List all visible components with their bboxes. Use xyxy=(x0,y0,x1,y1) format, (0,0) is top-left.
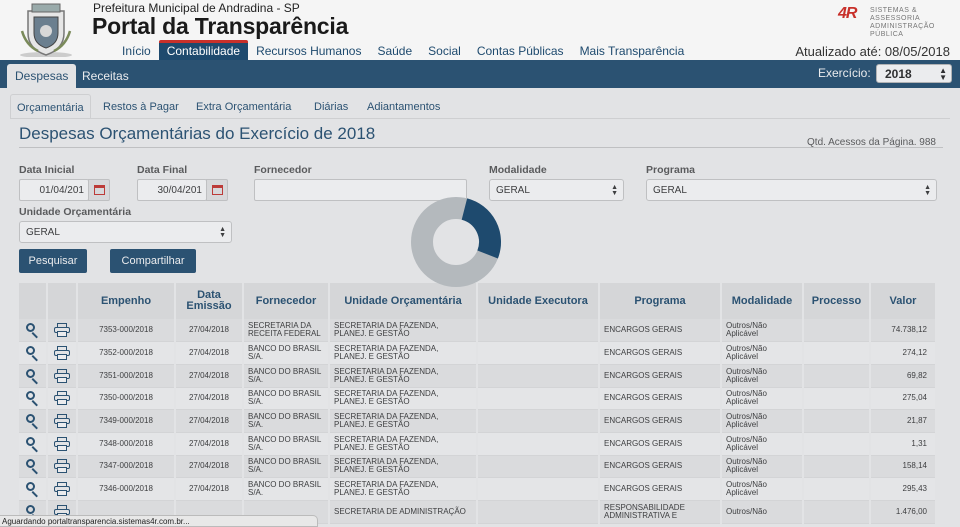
nav-contabilidade[interactable]: Contabilidade xyxy=(158,40,249,60)
brand-line-1: SISTEMAS & ASSESSORIA xyxy=(870,7,921,22)
loading-spinner-icon xyxy=(411,197,501,287)
loading-progress-arc xyxy=(460,198,501,259)
updated-date: Atualizado até: 08/05/2018 xyxy=(795,44,950,59)
page: Prefeitura Municipal de Andradina - SP P… xyxy=(0,0,960,527)
portal-title: Portal da Transparência xyxy=(92,13,349,39)
main-nav: Início Contabilidade Recursos Humanos Sa… xyxy=(114,40,692,60)
header: Prefeitura Municipal de Andradina - SP P… xyxy=(0,0,960,60)
nav-mais-transparencia[interactable]: Mais Transparência xyxy=(572,40,693,60)
loading-overlay xyxy=(0,60,960,527)
nav-saude[interactable]: Saúde xyxy=(369,40,420,60)
brand-line-2: ADMINISTRAÇÃO PÚBLICA xyxy=(870,23,935,38)
browser-status-bar: Aguardando portaltransparencia.sistemas4… xyxy=(0,515,318,527)
nav-inicio[interactable]: Início xyxy=(114,40,159,60)
city-coat-of-arms-icon xyxy=(20,3,72,57)
brand-mark: 4R xyxy=(838,5,857,22)
nav-social[interactable]: Social xyxy=(420,40,469,60)
nav-recursos-humanos[interactable]: Recursos Humanos xyxy=(248,40,369,60)
nav-contas-publicas[interactable]: Contas Públicas xyxy=(469,40,572,60)
brand-logo: 4R SISTEMAS & ASSESSORIA ADMINISTRAÇÃO P… xyxy=(838,5,958,38)
